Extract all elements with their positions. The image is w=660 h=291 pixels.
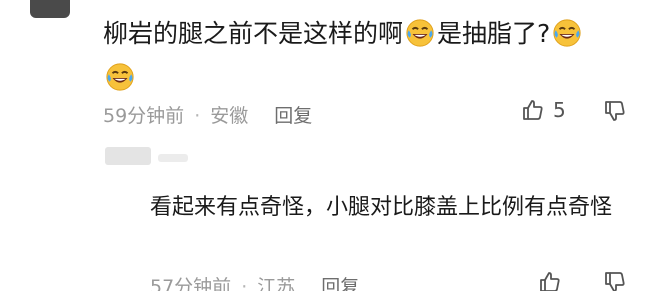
comment-body: 柳岩的腿之前不是这样的啊 是抽脂了?: [103, 12, 643, 100]
comment-location: 安徽: [210, 105, 249, 127]
thumbs-down-icon: [605, 272, 625, 291]
like-button[interactable]: 5: [521, 98, 566, 122]
commenter-avatar[interactable]: [30, 0, 70, 18]
reply-avatar[interactable]: [105, 147, 151, 165]
laughing-crying-emoji-icon: [406, 19, 434, 47]
reply-time: 57分钟前: [150, 276, 232, 291]
thumbs-up-icon: [523, 100, 543, 120]
thumbs-up-icon: [540, 272, 560, 291]
comment-thread: 柳岩的腿之前不是这样的啊 是抽脂了? 59分钟前 · 安徽 回复 5 看起来有点奇怪，小…: [0, 0, 660, 291]
laughing-crying-emoji-icon: [106, 63, 134, 91]
meta-separator: ·: [194, 105, 201, 127]
thumbs-down-icon: [605, 101, 625, 121]
reply-body: 看起来有点奇怪，小腿对比膝盖上比例有点奇怪: [150, 195, 613, 220]
reply-meta: 57分钟前 · 江苏 回复: [150, 272, 359, 291]
comment-text-part1: 柳岩的腿之前不是这样的啊: [103, 19, 404, 48]
reply-reply-button[interactable]: 回复: [321, 276, 359, 291]
laughing-crying-emoji-icon: [553, 19, 581, 47]
reply-username[interactable]: [158, 154, 188, 162]
reply-dislike-button[interactable]: [603, 270, 627, 291]
dislike-button[interactable]: [603, 99, 627, 127]
meta-separator: ·: [241, 276, 248, 291]
reply-location: 江苏: [257, 276, 296, 291]
comment-meta: 59分钟前 · 安徽 回复: [103, 101, 312, 128]
like-count: 5: [553, 98, 566, 122]
comment-text-part2: 是抽脂了?: [437, 19, 551, 48]
comment-time: 59分钟前: [103, 105, 185, 127]
reply-button[interactable]: 回复: [274, 105, 312, 127]
reply-like-button[interactable]: [538, 270, 562, 291]
